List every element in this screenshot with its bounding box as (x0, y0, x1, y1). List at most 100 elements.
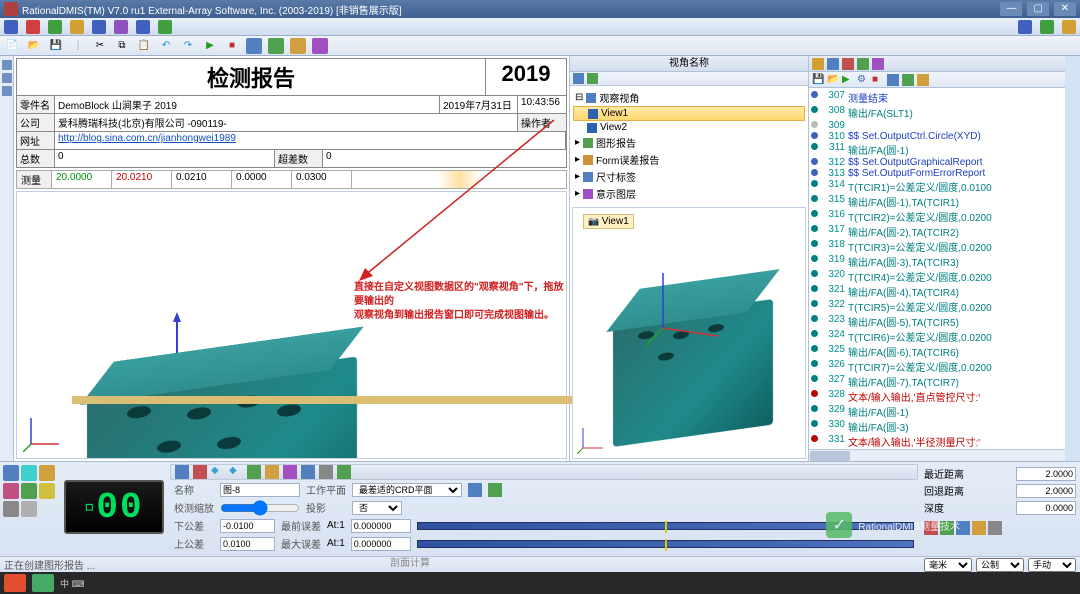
code-line[interactable]: 320T(TCIR4)=公差定义/圆度,0.0200 (811, 269, 1063, 284)
code-line[interactable]: 307测量结束 (811, 90, 1063, 105)
menu-icon-8[interactable] (158, 20, 172, 34)
form-icon[interactable] (488, 483, 502, 497)
b-tool-icon[interactable] (21, 465, 37, 481)
tb-redo-icon[interactable]: ↷ (180, 38, 196, 54)
tree-root-views[interactable]: ⊟观察视角 (573, 89, 805, 106)
code-line[interactable]: 317输出/FA(圆-2),TA(TCIR2) (811, 224, 1063, 239)
menu-icon-3[interactable] (48, 20, 62, 34)
gutter-icon[interactable] (2, 60, 12, 70)
code-tab-icon[interactable] (857, 58, 869, 70)
code-save-icon[interactable]: 💾 (812, 74, 824, 86)
code-line[interactable]: 310$$ Set.OutputCtrl.Circle(XYD) (811, 131, 1063, 142)
code-line[interactable]: 308输出/FA(SLT1) (811, 105, 1063, 120)
code-line[interactable]: 321输出/FA(圆-4),TA(TCIR4) (811, 284, 1063, 299)
bb-diamond-icon[interactable]: ◆ (229, 465, 243, 479)
tb-copy-icon[interactable]: ⧉ (114, 38, 130, 54)
status-sys-select[interactable]: 公制 (976, 558, 1024, 572)
gutter-icon[interactable] (2, 73, 12, 83)
maxdev-input[interactable] (351, 537, 411, 551)
minimize-button[interactable]: — (1000, 2, 1022, 16)
b-tool-icon[interactable] (21, 483, 37, 499)
code-misc-icon[interactable] (917, 74, 929, 86)
close-button[interactable]: ✕ (1054, 2, 1076, 16)
tree-view2[interactable]: View2 (573, 121, 805, 134)
maximize-button[interactable]: ▢ (1027, 2, 1049, 16)
tb-undo-icon[interactable]: ↶ (158, 38, 174, 54)
bb-icon[interactable] (301, 465, 315, 479)
tree-tb-icon[interactable] (573, 73, 584, 84)
code-line[interactable]: 328文本/输入输出,'直点管控尺寸:' (811, 389, 1063, 404)
b-tool-icon[interactable] (3, 501, 19, 517)
code-line[interactable]: 318T(TCIR3)=公差定义/圆度,0.0200 (811, 239, 1063, 254)
menu-right-icon-1[interactable] (1018, 20, 1032, 34)
tb-run-icon[interactable]: ▶ (202, 38, 218, 54)
bb-icon[interactable] (247, 465, 261, 479)
code-line[interactable]: 330输出/FA(圆-3) (811, 419, 1063, 434)
approach-input[interactable] (1016, 467, 1076, 481)
tb-misc-2[interactable] (268, 38, 284, 54)
bb-icon[interactable] (175, 465, 189, 479)
code-line[interactable]: 327输出/FA(圆-7),TA(TCIR7) (811, 374, 1063, 389)
tree-view1[interactable]: View1 (573, 106, 805, 121)
code-line[interactable]: 326T(TCIR7)=公差定义/圆度,0.0200 (811, 359, 1063, 374)
code-line[interactable]: 324T(TCIR6)=公差定义/圆度,0.0200 (811, 329, 1063, 344)
proj-select[interactable]: 否 (352, 501, 402, 515)
deviation-slider-2[interactable] (417, 540, 914, 548)
code-tab-icon[interactable] (842, 58, 854, 70)
menu-icon-5[interactable] (92, 20, 106, 34)
tree-dim-label[interactable]: ▸尺寸标签 (573, 168, 805, 185)
bb-icon[interactable] (265, 465, 279, 479)
scale-slider[interactable] (220, 503, 300, 513)
menu-icon-4[interactable] (70, 20, 84, 34)
form-icon[interactable] (468, 483, 482, 497)
tb-new-icon[interactable]: 📄 (4, 38, 20, 54)
tree-layer[interactable]: ▸意示图层 (573, 185, 805, 202)
bb-icon[interactable] (283, 465, 297, 479)
rv-icon[interactable] (940, 521, 954, 535)
tb-misc-1[interactable] (246, 38, 262, 54)
taskbar-icon[interactable] (4, 574, 26, 592)
menu-icon-7[interactable] (136, 20, 150, 34)
bb-icon[interactable] (319, 465, 333, 479)
code-tab-icon[interactable] (872, 58, 884, 70)
menu-icon-2[interactable] (26, 20, 40, 34)
code-misc-icon[interactable] (902, 74, 914, 86)
gutter-icon[interactable] (2, 86, 12, 96)
code-misc-icon[interactable] (887, 74, 899, 86)
rv-icon[interactable] (924, 521, 938, 535)
code-h-scrollbar[interactable] (809, 449, 1065, 461)
code-line[interactable]: 322T(TCIR5)=公差定义/圆度,0.0200 (811, 299, 1063, 314)
retract-input[interactable] (1016, 484, 1076, 498)
tree-form-report[interactable]: ▸Form误差报告 (573, 151, 805, 168)
code-line[interactable]: 313$$ Set.OutputFormErrorReport (811, 168, 1063, 179)
code-line[interactable]: 323输出/FA(圆-5),TA(TCIR5) (811, 314, 1063, 329)
tb-stop-icon[interactable]: ■ (224, 38, 240, 54)
code-run-icon[interactable]: ▶ (842, 74, 854, 86)
bb-icon[interactable] (193, 465, 207, 479)
name-input[interactable] (220, 483, 300, 497)
b-tool-icon[interactable] (3, 483, 19, 499)
code-line[interactable]: 329输出/FA(圆-1) (811, 404, 1063, 419)
plane-select[interactable]: 最差适的CRD平面 (352, 483, 462, 497)
mindev-input[interactable] (351, 519, 411, 533)
bb-diamond-icon[interactable]: ◆ (211, 465, 225, 479)
menu-icon-6[interactable] (114, 20, 128, 34)
status-unit-select[interactable]: 毫米 (924, 558, 972, 572)
code-misc-icon[interactable]: ⚙ (857, 74, 869, 86)
code-tab-icon[interactable] (827, 58, 839, 70)
tb-misc-4[interactable] (312, 38, 328, 54)
b-tool-icon[interactable] (39, 465, 55, 481)
code-line[interactable]: 319输出/FA(圆-3),TA(TCIR3) (811, 254, 1063, 269)
code-line[interactable]: 315输出/FA(圆-1),TA(TCIR1) (811, 194, 1063, 209)
menu-right-icon-2[interactable] (1040, 20, 1054, 34)
tree-tb-icon[interactable] (587, 73, 598, 84)
view-preview[interactable]: 📷 View1 (572, 207, 806, 459)
hightol-input[interactable] (220, 537, 275, 551)
code-line[interactable]: 325输出/FA(圆-6),TA(TCIR6) (811, 344, 1063, 359)
code-line[interactable]: 312$$ Set.OutputGraphicalReport (811, 157, 1063, 168)
status-mode-select[interactable]: 手动 (1028, 558, 1076, 572)
tb-cut-icon[interactable]: ✂ (92, 38, 108, 54)
b-tool-icon[interactable] (39, 483, 55, 499)
deviation-slider-1[interactable] (417, 522, 914, 530)
lowtol-input[interactable] (220, 519, 275, 533)
